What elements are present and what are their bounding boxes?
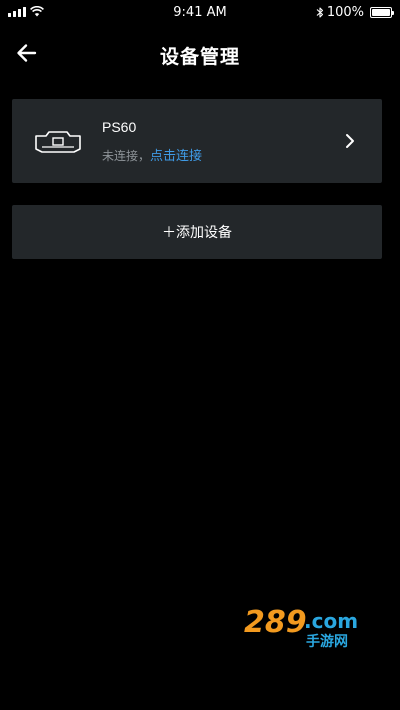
device-icon [35, 131, 81, 153]
watermark-logo: 289 .com 手游网 [244, 605, 358, 650]
device-card-ps60[interactable]: PS60 未连接，点击连接 [12, 99, 382, 183]
bluetooth-icon [316, 7, 323, 18]
chevron-right-icon [346, 134, 354, 148]
battery-percentage: 100% [326, 5, 364, 20]
svg-text:手游网: 手游网 [306, 633, 348, 650]
status-bar: 9:41 AM 100% [0, 0, 400, 26]
device-management-screen: 9:41 AM 100% 设备管理 PS60 未连接，点击连接 ＋添加设备 28… [0, 0, 400, 710]
svg-text:289: 289 [244, 605, 307, 640]
battery-icon [370, 7, 394, 18]
status-right: 100% [316, 5, 394, 20]
header: 设备管理 [0, 26, 400, 82]
device-status: 未连接， [102, 149, 151, 163]
svg-text:.com: .com [304, 609, 358, 633]
connect-link[interactable]: 点击连接 [150, 149, 202, 164]
page-title: 设备管理 [159, 46, 240, 68]
add-device-button[interactable]: ＋添加设备 [12, 205, 382, 259]
device-name: PS60 [102, 119, 137, 135]
device-status-line: 未连接，点击连接 [102, 145, 202, 164]
